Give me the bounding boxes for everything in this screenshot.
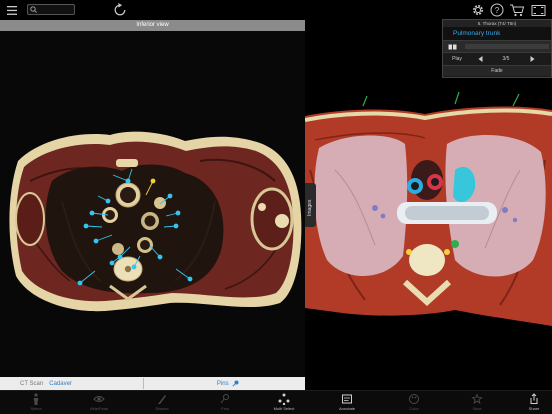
- search-input[interactable]: [27, 4, 75, 15]
- pin-marker[interactable]: [167, 193, 173, 199]
- help-icon: ?: [490, 3, 504, 17]
- selected-structure-name[interactable]: Pulmonary trunk: [443, 27, 551, 40]
- help-button[interactable]: ?: [489, 2, 505, 18]
- pin-marker[interactable]: [105, 198, 111, 204]
- toolbar-label: Color: [409, 406, 419, 411]
- scalpel-icon: [158, 395, 166, 404]
- structure-info-panel: 5. Thorax (T4/ T5n) Pulmonary trunk Play…: [442, 19, 552, 78]
- svg-text:?: ?: [495, 6, 500, 15]
- cross-section-image[interactable]: [0, 31, 305, 377]
- menu-icon: [7, 5, 17, 15]
- annotate-icon: [342, 394, 352, 404]
- settings-button[interactable]: [470, 2, 486, 18]
- top-bar: ?: [0, 0, 552, 20]
- section-caption: 5. Thorax (T4/ T5n): [443, 20, 551, 27]
- images-tab-label: Images: [307, 199, 313, 216]
- pin-marker[interactable]: [150, 178, 156, 184]
- pin-icon: [220, 394, 229, 404]
- toolbar-scalpel-button[interactable]: Dissect: [140, 392, 184, 414]
- navigation-row: Play 3/5: [443, 52, 551, 65]
- toolbar-share-button[interactable]: Share: [512, 392, 552, 414]
- book-icon[interactable]: [448, 44, 457, 50]
- save-icon: [471, 393, 483, 405]
- pin-marker[interactable]: [157, 254, 163, 260]
- chevron-right-icon: [530, 56, 534, 62]
- toolbar-save-button[interactable]: Save: [455, 392, 499, 414]
- next-button[interactable]: [523, 56, 541, 62]
- share-icon: [530, 393, 538, 404]
- pin-marker[interactable]: [125, 178, 131, 184]
- cart-button[interactable]: [508, 2, 525, 18]
- toolbar-person-button[interactable]: Select: [14, 392, 58, 414]
- menu-button[interactable]: [4, 3, 20, 17]
- eye-icon: [93, 396, 105, 402]
- gear-icon: [473, 5, 483, 15]
- previous-button[interactable]: [471, 56, 489, 62]
- pin-icon: [232, 380, 239, 387]
- ct-scan-toggle[interactable]: CT Scan: [20, 381, 43, 387]
- images-tab[interactable]: Images: [305, 183, 316, 227]
- page-indicator: 3/5: [502, 56, 510, 62]
- fullscreen-button[interactable]: [530, 2, 547, 18]
- play-button[interactable]: Play: [443, 56, 471, 62]
- chevron-left-icon: [478, 56, 482, 62]
- info-row: [443, 40, 551, 52]
- search-icon: [30, 6, 37, 13]
- pin-marker[interactable]: [187, 276, 193, 282]
- info-track: [465, 44, 549, 49]
- pin-marker[interactable]: [175, 210, 181, 216]
- reset-view-button[interactable]: [112, 2, 128, 18]
- pin-marker[interactable]: [173, 223, 179, 229]
- toolbar-eye-button[interactable]: Hide/Fade: [77, 392, 121, 414]
- toolbar-label: Multi Select: [273, 406, 295, 411]
- toolbar-multi-select-button[interactable]: Multi Select: [262, 392, 306, 414]
- pin-marker[interactable]: [89, 210, 95, 216]
- cadaver-cross-section: [9, 131, 302, 312]
- pin-marker[interactable]: [77, 280, 83, 286]
- toolbar-label: Annotate: [338, 406, 355, 411]
- toolbar-label: Hide/Fade: [89, 406, 109, 411]
- cart-icon: [509, 4, 524, 17]
- toolbar-annotate-button[interactable]: Annotate: [325, 392, 369, 414]
- pins-button[interactable]: Pins: [217, 380, 239, 387]
- pins-label: Pins: [216, 380, 229, 387]
- multi-select-icon: [278, 393, 290, 405]
- rotate-reset-icon: [114, 3, 126, 16]
- toolbar-palette-button[interactable]: Color: [392, 392, 436, 414]
- bottom-toolbar: Select Hide/Fade Dissect Pins Multi Select An…: [0, 390, 552, 414]
- inferior-view-panel: Inferior view CT Scan Cadaver Pins: [0, 20, 305, 390]
- image-mode-footer: CT Scan Cadaver Pins: [0, 377, 305, 390]
- toolbar-pin-button[interactable]: Pins: [203, 392, 247, 414]
- pin-marker[interactable]: [93, 238, 99, 244]
- palette-icon: [409, 394, 419, 404]
- toolbar-label: Select: [30, 406, 42, 411]
- toolbar-label: Share: [528, 406, 540, 411]
- toolbar-label: Dissect: [155, 406, 169, 411]
- pin-marker[interactable]: [83, 223, 89, 229]
- toolbar-label: Pins: [221, 406, 229, 411]
- footer-divider: [142, 378, 144, 389]
- cadaver-toggle[interactable]: Cadaver: [49, 381, 72, 387]
- person-icon: [33, 393, 39, 405]
- toolbar-label: Save: [472, 406, 482, 411]
- inferior-view-title: Inferior view: [0, 20, 305, 31]
- pin-marker[interactable]: [131, 264, 137, 270]
- fade-button[interactable]: Fade: [443, 65, 551, 76]
- pin-marker[interactable]: [109, 260, 115, 266]
- fullscreen-icon: [531, 4, 546, 16]
